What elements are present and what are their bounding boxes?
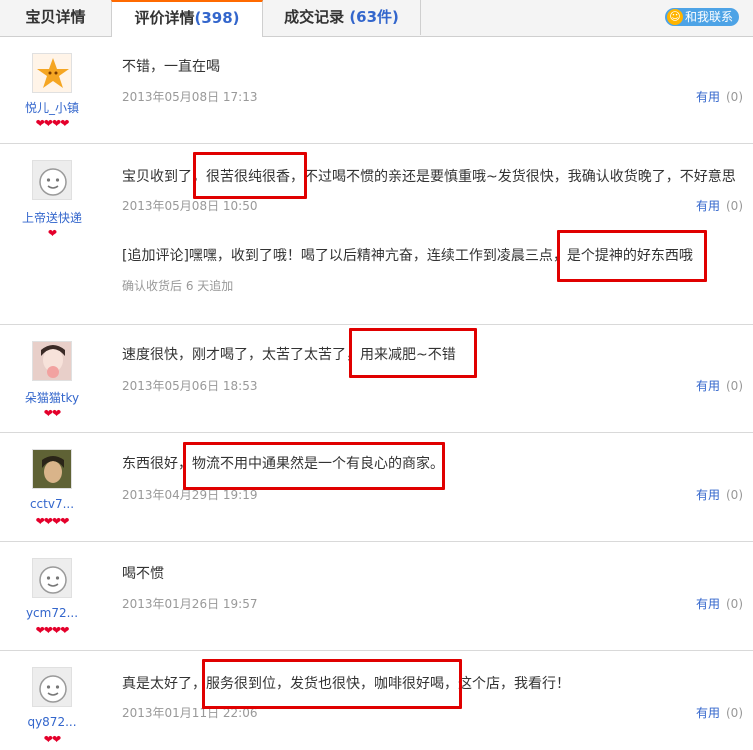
helpful-count: (0) bbox=[726, 199, 743, 213]
highlight-box bbox=[349, 328, 477, 378]
helpful-vote[interactable]: 有用 (0) bbox=[696, 487, 743, 503]
tab-label: 成交记录 bbox=[284, 8, 345, 26]
review-date: 2013年05月06日 18:53 bbox=[122, 379, 258, 393]
chat-icon: ☺ bbox=[666, 9, 683, 25]
review-text: 喝不惯 bbox=[122, 566, 164, 582]
highlight-box bbox=[183, 442, 445, 490]
helpful-vote[interactable]: 有用 (0) bbox=[696, 89, 743, 105]
helpful-label[interactable]: 有用 bbox=[696, 488, 720, 502]
username-link[interactable]: ycm72... bbox=[0, 606, 104, 620]
highlight-box bbox=[193, 152, 307, 199]
username-link[interactable]: 悦儿_小镇 bbox=[0, 99, 104, 116]
avatar[interactable] bbox=[32, 341, 72, 381]
buyer-rank-icons: ❤❤❤❤ bbox=[35, 117, 70, 130]
star-avatar-icon bbox=[37, 58, 69, 88]
tab-item-details[interactable]: 宝贝详情 bbox=[0, 0, 112, 35]
highlight-box bbox=[557, 230, 707, 282]
default-avatar-icon bbox=[39, 168, 67, 196]
tab-count: (398) bbox=[194, 9, 240, 27]
username-link[interactable]: 朵猫猫tky bbox=[0, 389, 104, 406]
username-link[interactable]: 上帝送快递 bbox=[0, 209, 104, 226]
helpful-label[interactable]: 有用 bbox=[696, 90, 720, 104]
username-link[interactable]: cctv7... bbox=[0, 497, 104, 511]
photo-avatar-icon bbox=[33, 450, 71, 488]
avatar[interactable] bbox=[32, 160, 72, 200]
username-link[interactable]: qy872... bbox=[0, 715, 104, 729]
default-avatar-icon bbox=[39, 675, 67, 703]
helpful-label[interactable]: 有用 bbox=[696, 597, 720, 611]
buyer-rank-icons: ❤ bbox=[47, 227, 57, 240]
helpful-vote[interactable]: 有用 (0) bbox=[696, 596, 743, 612]
helpful-count: (0) bbox=[726, 597, 743, 611]
helpful-label[interactable]: 有用 bbox=[696, 379, 720, 393]
helpful-vote[interactable]: 有用 (0) bbox=[696, 378, 743, 394]
photo-avatar-icon bbox=[33, 342, 71, 380]
highlight-box bbox=[202, 659, 462, 709]
buyer-rank-icons: ❤❤ bbox=[43, 407, 61, 420]
helpful-vote[interactable]: 有用 (0) bbox=[696, 705, 743, 721]
tab-label: 评价详情 bbox=[134, 9, 195, 27]
buyer-rank-icons: ❤❤ bbox=[43, 733, 61, 746]
helpful-vote[interactable]: 有用 (0) bbox=[696, 198, 743, 214]
tab-reviews[interactable]: 评价详情(398) bbox=[111, 0, 263, 37]
helpful-count: (0) bbox=[726, 488, 743, 502]
helpful-label[interactable]: 有用 bbox=[696, 199, 720, 213]
contact-seller-button[interactable]: ☺ 和我联系 bbox=[664, 8, 739, 26]
buyer-rank-icons: ❤❤❤❤ bbox=[35, 624, 70, 637]
review-date: 2013年05月08日 10:50 bbox=[122, 199, 258, 213]
review-date: 2013年05月08日 17:13 bbox=[122, 90, 258, 104]
tab-transactions[interactable]: 成交记录 (63件) bbox=[263, 0, 421, 35]
review-text: 不错，一直在喝 bbox=[122, 59, 220, 75]
review-item: 悦儿_小镇 ❤❤❤❤ 不错，一直在喝 2013年05月08日 17:13 有用 (… bbox=[0, 37, 753, 144]
tab-bar: 宝贝详情 评价详情(398) 成交记录 (63件) ☺ 和我联系 bbox=[0, 0, 753, 37]
avatar[interactable] bbox=[32, 667, 72, 707]
default-avatar-icon bbox=[39, 566, 67, 594]
avatar[interactable] bbox=[32, 449, 72, 489]
tab-count: (63件) bbox=[349, 8, 399, 26]
followup-note: 确认收货后 6 天追加 bbox=[122, 279, 234, 293]
tab-label: 宝贝详情 bbox=[25, 8, 86, 26]
avatar[interactable] bbox=[32, 53, 72, 93]
buyer-rank-icons: ❤❤❤❤ bbox=[35, 515, 70, 528]
helpful-count: (0) bbox=[726, 90, 743, 104]
contact-label: 和我联系 bbox=[684, 10, 733, 24]
review-item: ycm72... ❤❤❤❤ 喝不惯 2013年01月26日 19:57 有用 (0… bbox=[0, 542, 753, 651]
avatar[interactable] bbox=[32, 558, 72, 598]
helpful-label[interactable]: 有用 bbox=[696, 706, 720, 720]
helpful-count: (0) bbox=[726, 706, 743, 720]
review-date: 2013年01月26日 19:57 bbox=[122, 597, 258, 611]
helpful-count: (0) bbox=[726, 379, 743, 393]
